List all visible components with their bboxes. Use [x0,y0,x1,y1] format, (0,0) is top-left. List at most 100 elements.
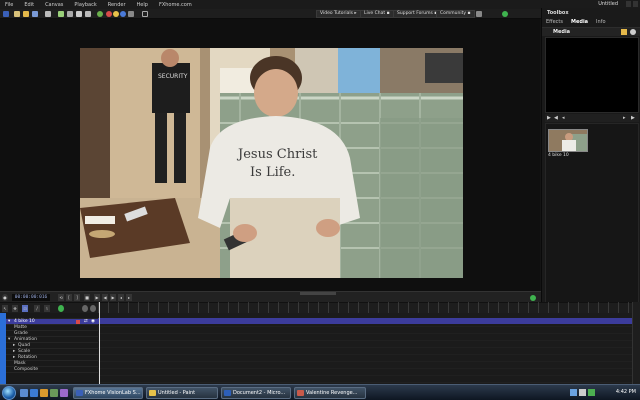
zoom-in-icon[interactable] [90,305,96,312]
toolbox-tabs: Effects Media Info [542,18,640,26]
tray-app-icon[interactable] [588,389,595,396]
panel-splitter[interactable] [300,292,336,295]
timeline-tracks: ▾ 4 bike 10 ⇄ ◉ Matte Grade ▾ Animation ▸… [0,313,640,384]
track-lanes[interactable] [98,313,632,384]
show-desktop-icon[interactable] [20,389,28,397]
clip-bar[interactable] [98,318,632,324]
in-point-icon[interactable]: [ [66,294,72,301]
save-icon[interactable] [32,11,38,17]
to-start-icon[interactable]: ◂ [118,294,124,301]
record-icon[interactable] [76,320,80,324]
timeline-menu-icon[interactable]: ● [2,294,8,301]
open-folder-icon[interactable] [621,29,627,35]
menu-help[interactable]: Help [137,2,148,8]
timecode-display[interactable]: 00:00:00:016 [12,294,50,301]
new-file-icon[interactable] [14,11,20,17]
security-shirt-text: SECURITY [158,73,188,80]
to-end-icon[interactable]: ▸ [126,294,132,301]
network-icon[interactable] [570,389,577,396]
stop-icon[interactable]: ■ [84,294,90,301]
left-edge-accent [0,313,6,384]
select-tool-icon[interactable]: ↖ [2,305,8,312]
pan-tool-icon[interactable] [67,11,73,17]
step-back-icon[interactable]: ◀ [102,294,108,301]
yellow-channel-icon[interactable] [113,11,119,17]
media-player-icon [297,390,304,396]
step-forward-icon[interactable]: ▸ [623,115,626,121]
support-forums-button[interactable]: Support Forums ▪ [393,10,442,18]
forward-icon[interactable]: ▶ [631,115,635,121]
out-point-icon[interactable]: ] [74,294,80,301]
snap-icon[interactable]: ⊡ [22,305,28,312]
menu-canvas[interactable]: Canvas [45,2,63,8]
playhead[interactable] [99,302,100,384]
media-item-label: 4 bike 10 [548,153,569,158]
timeline-ruler[interactable] [98,302,632,313]
firefox-icon[interactable] [40,389,48,397]
live-chat-button[interactable]: Live Chat ▪ [360,10,394,18]
start-button[interactable] [2,386,16,400]
community-button[interactable]: Community ▪ [436,10,475,18]
track-labels: ▾ 4 bike 10 ⇄ ◉ Matte Grade ▾ Animation ▸… [0,313,98,384]
pen-tool-icon[interactable] [76,11,82,17]
select-tool-icon[interactable] [45,11,51,17]
minimize-icon[interactable] [626,1,631,7]
settings-icon[interactable] [476,11,482,17]
menu-file[interactable]: File [5,2,13,8]
track-property[interactable]: Composite [0,367,98,373]
media-thumbnail[interactable] [548,129,588,152]
close-icon[interactable] [633,1,638,7]
loop-icon[interactable]: ⟲ [58,294,64,301]
step-forward-icon[interactable]: ▶ [110,294,116,301]
zoom-out-icon[interactable] [82,305,88,312]
word-icon [224,390,231,396]
task-paint[interactable]: Untitled - Paint [146,387,218,399]
visionlab-icon [76,390,83,396]
app-icon[interactable] [50,389,58,397]
step-back-icon[interactable]: ◀ [554,115,558,121]
task-valentine[interactable]: Valentine Revenge... [294,387,366,399]
window-title: Untitled [598,1,618,7]
volume-icon[interactable] [579,389,586,396]
menu-edit[interactable]: Edit [24,2,34,8]
play-icon[interactable]: ▶ [94,294,100,301]
toolbox-title: Toolbox [547,10,569,16]
task-word[interactable]: Document2 - Micro... [221,387,291,399]
link-tool-icon[interactable]: ⌇ [44,305,50,312]
media-header: Media [542,27,640,36]
video-tutorials-button[interactable]: Video Tutorials ▸ [316,10,361,18]
menu-render[interactable]: Render [108,2,126,8]
play-icon[interactable]: ▶ [547,115,551,121]
add-layer-icon[interactable] [58,305,64,312]
open-folder-icon[interactable] [23,11,29,17]
canvas-viewer[interactable]: SECURITY Jesus Christ Is Life. [0,19,540,291]
red-channel-icon[interactable] [106,11,112,17]
system-tray: 4:42 PM [570,386,640,400]
razor-tool-icon[interactable]: / [34,305,40,312]
media-preview-controls: ▶ ◀ ◂ ▸ ▶ [545,114,639,122]
safe-area-icon[interactable] [142,11,148,17]
media-icon[interactable] [60,389,68,397]
menu-fxhome[interactable]: FXhome.com [159,2,192,8]
blue-channel-icon[interactable] [120,11,126,17]
menu-playback[interactable]: Playback [74,2,96,8]
tab-effects[interactable]: Effects [542,18,567,26]
tab-media[interactable]: Media [567,18,592,26]
import-icon[interactable] [630,29,636,35]
move-tool-icon[interactable]: ✥ [12,305,18,312]
ie-icon[interactable] [30,389,38,397]
play-icon: ▸ [354,11,357,16]
green-channel-icon[interactable] [97,11,103,17]
tab-info[interactable]: Info [592,18,609,26]
move-tool-icon[interactable] [58,11,64,17]
timeline-scrollbar[interactable] [632,302,640,384]
status-green-icon [530,295,536,301]
video-frame: SECURITY Jesus Christ Is Life. [80,48,463,278]
task-visionlab[interactable]: FXhome VisionLab S... [73,387,143,399]
media-header-label: Media [553,29,571,35]
clock[interactable]: 4:42 PM [616,389,636,395]
grid-icon[interactable] [128,11,134,17]
rewind-icon[interactable]: ◂ [562,115,565,121]
zoom-tool-icon[interactable] [85,11,91,17]
paint-icon [149,390,156,396]
